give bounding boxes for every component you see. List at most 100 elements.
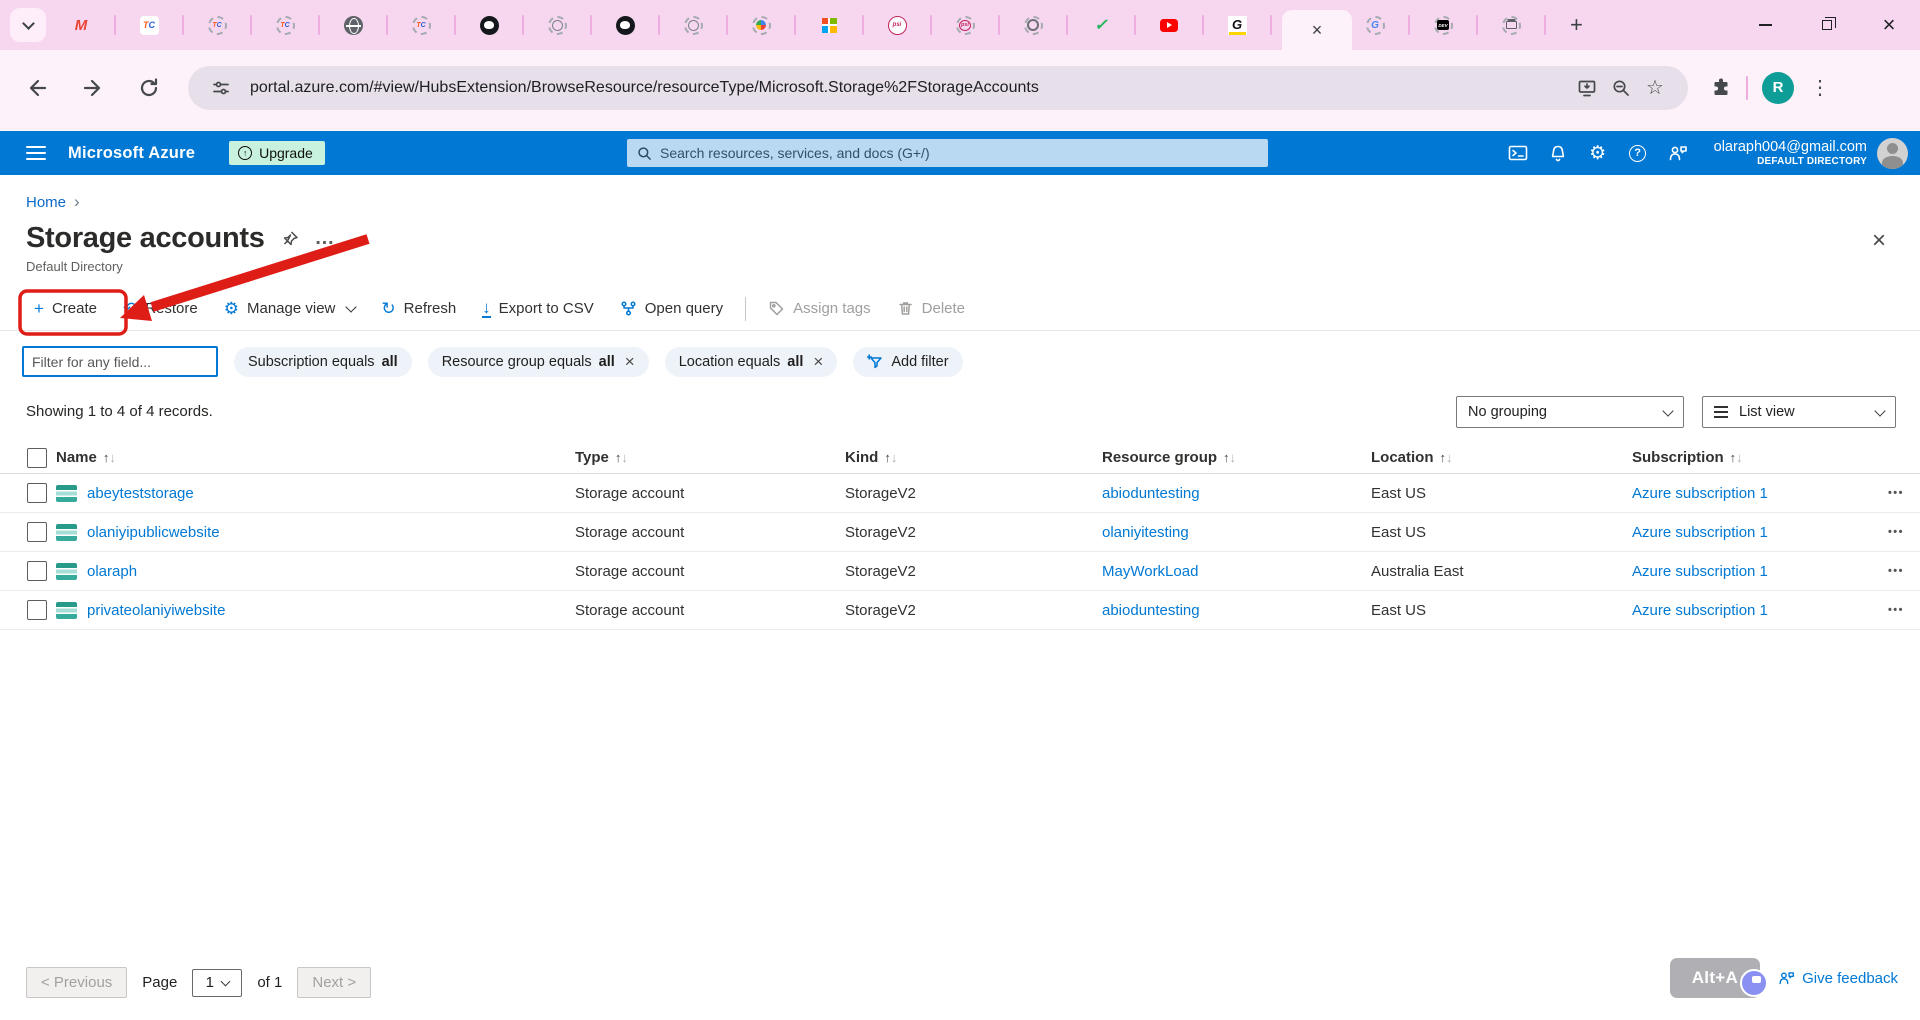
upgrade-button[interactable]: ↑ Upgrade [229,141,325,165]
tab-close-icon[interactable]: × [1312,21,1323,39]
url-text[interactable]: portal.azure.com/#view/HubsExtension/Bro… [250,79,1570,97]
cloud-shell-icon[interactable] [1498,131,1538,175]
grouping-select[interactable]: No grouping [1456,396,1684,428]
previous-page-button[interactable]: < Previous [26,967,127,998]
row-more-icon[interactable]: ••• [1878,565,1920,577]
tab-gnews[interactable] [1214,0,1260,50]
back-button[interactable] [16,67,58,109]
tab-github[interactable] [602,0,648,50]
row-checkbox[interactable] [27,483,47,503]
tab-tc-dashed[interactable] [398,0,444,50]
extensions-icon[interactable] [1710,77,1732,99]
page-number-select[interactable]: 1 [192,969,242,997]
column-location[interactable]: Location↑↓ [1371,449,1632,466]
tab-print-dashed[interactable] [1488,0,1534,50]
column-name[interactable]: Name↑↓ [56,449,575,466]
tab-globe-dashed[interactable] [534,0,580,50]
assign-tags-button[interactable]: Assign tags [755,300,884,317]
tab-psi[interactable] [874,0,920,50]
close-blade-icon[interactable]: × [1872,229,1886,253]
row-resource-group-link[interactable]: olaniyitesting [1102,524,1189,541]
tab-gmail[interactable] [58,0,104,50]
account-avatar[interactable] [1877,138,1908,169]
forward-button[interactable] [72,67,114,109]
site-settings-icon[interactable] [204,71,238,105]
window-close-button[interactable]: × [1858,0,1920,50]
row-subscription-link[interactable]: Azure subscription 1 [1632,602,1768,619]
tab-globe[interactable] [330,0,376,50]
zoom-out-icon[interactable] [1604,71,1638,105]
new-tab-button[interactable]: + [1570,14,1583,36]
restore-button[interactable]: ↶ Restore [110,300,211,317]
resource-group-filter-pill[interactable]: Resource group equalsall × [428,347,649,377]
row-resource-group-link[interactable]: MayWorkLoad [1102,563,1198,580]
manage-view-button[interactable]: ⚙ Manage view [211,300,369,317]
tab-microsoft[interactable] [806,0,852,50]
row-more-icon[interactable]: ••• [1878,487,1920,499]
row-subscription-link[interactable]: Azure subscription 1 [1632,524,1768,541]
notifications-bell-icon[interactable] [1538,131,1578,175]
row-name-link[interactable]: privateolaniyiwebsite [87,602,225,619]
row-resource-group-link[interactable]: abioduntesting [1102,485,1200,502]
tab-tc-dashed[interactable] [194,0,240,50]
install-app-icon[interactable] [1570,71,1604,105]
location-filter-pill[interactable]: Location equalsall × [665,347,838,377]
window-restore-button[interactable] [1796,0,1858,50]
subscription-filter-pill[interactable]: Subscription equalsall [234,347,412,377]
tab-tc-dashed[interactable] [262,0,308,50]
row-checkbox[interactable] [27,561,47,581]
column-type[interactable]: Type↑↓ [575,449,845,466]
browser-profile-avatar[interactable]: R [1762,72,1794,104]
row-name-link[interactable]: abeyteststorage [87,485,194,502]
select-all-checkbox[interactable] [27,448,47,468]
view-mode-select[interactable]: List view [1702,396,1896,428]
tab-globe-dashed[interactable] [670,0,716,50]
filter-input[interactable] [22,346,218,377]
azure-brand[interactable]: Microsoft Azure [68,144,195,163]
export-csv-button[interactable]: ↓ Export to CSV [469,299,607,318]
help-icon[interactable]: ? [1618,131,1658,175]
tab-pie-dashed[interactable] [738,0,784,50]
add-filter-button[interactable]: Add filter [853,347,962,377]
bookmark-star-icon[interactable]: ☆ [1638,71,1672,105]
column-resource-group[interactable]: Resource group↑↓ [1102,449,1371,466]
tab-dev-dashed[interactable] [1420,0,1466,50]
row-resource-group-link[interactable]: abioduntesting [1102,602,1200,619]
row-name-link[interactable]: olaraph [87,563,137,580]
column-kind[interactable]: Kind↑↓ [845,449,1102,466]
reload-button[interactable] [128,67,170,109]
table-row[interactable]: privateolaniyiwebsite Storage account St… [0,591,1920,630]
table-row[interactable]: olaniyipublicwebsite Storage account Sto… [0,513,1920,552]
refresh-button[interactable]: ↻ Refresh [368,300,469,317]
tab-google-dashed[interactable] [1352,0,1398,50]
tab-check[interactable] [1078,0,1124,50]
give-feedback-link[interactable]: Give feedback [1778,970,1898,987]
tab-youtube[interactable] [1146,0,1192,50]
portal-menu-icon[interactable] [26,146,46,160]
row-subscription-link[interactable]: Azure subscription 1 [1632,563,1768,580]
table-row[interactable]: olaraph Storage account StorageV2 MayWor… [0,552,1920,591]
next-page-button[interactable]: Next > [297,967,371,998]
tab-gpt-dashed[interactable] [1010,0,1056,50]
row-checkbox[interactable] [27,522,47,542]
tab-active[interactable]: × [1282,10,1352,50]
remove-filter-icon[interactable]: × [813,353,823,370]
address-bar[interactable]: portal.azure.com/#view/HubsExtension/Bro… [188,66,1688,110]
row-checkbox[interactable] [27,600,47,620]
feedback-icon[interactable] [1658,131,1698,175]
column-subscription[interactable]: Subscription↑↓ [1632,449,1878,466]
row-subscription-link[interactable]: Azure subscription 1 [1632,485,1768,502]
row-more-icon[interactable]: ••• [1878,526,1920,538]
remove-filter-icon[interactable]: × [625,353,635,370]
delete-button[interactable]: Delete [884,300,978,317]
browser-menu-icon[interactable]: ⋮ [1810,75,1830,100]
row-more-icon[interactable]: ••• [1878,604,1920,616]
pin-icon[interactable] [281,230,299,248]
table-row[interactable]: abeyteststorage Storage account StorageV… [0,474,1920,513]
open-query-button[interactable]: Open query [607,300,736,317]
row-name-link[interactable]: olaniyipublicwebsite [87,524,220,541]
settings-gear-icon[interactable]: ⚙ [1578,131,1618,175]
window-minimize-button[interactable] [1734,0,1796,50]
tab-github[interactable] [466,0,512,50]
create-button[interactable]: + Create [26,300,110,317]
